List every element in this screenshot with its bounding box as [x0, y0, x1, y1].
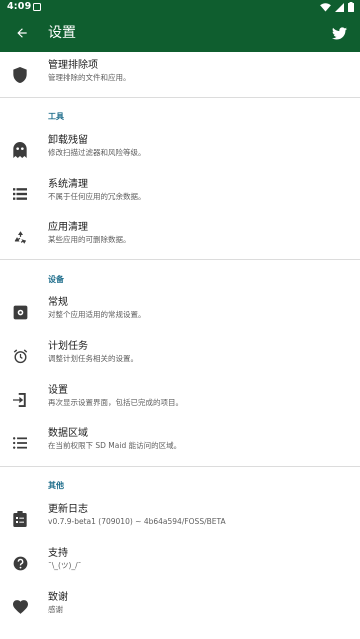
settings-item-subtitle: 不属于任何应用的冗余数据。 [48, 192, 146, 201]
shield-icon [12, 67, 28, 83]
settings-item-appcleaner[interactable]: 应用清理 某些应用的可删除数据。 [0, 217, 360, 257]
settings-item-setup[interactable]: 设置 再次显示设置界面，包括已完成的项目。 [0, 380, 360, 420]
settings-item-corpsefinder[interactable]: 卸载残留 修改扫描过滤器和风险等级。 [0, 130, 360, 170]
alarm-clock-icon [12, 348, 28, 364]
settings-item-subtitle: 调整计划任务相关的设置。 [48, 354, 138, 363]
section-header-tools: 工具 [48, 112, 64, 121]
settings-item-subtitle: 对整个应用适用的常规设置。 [48, 310, 146, 319]
battery-icon [348, 2, 354, 12]
login-icon [12, 392, 28, 408]
settings-item-subtitle: v0.7.9-beta1 (709010) ~ 4b64a594/FOSS/BE… [48, 517, 226, 526]
settings-item-title: 数据区域 [48, 428, 88, 439]
settings-item-subtitle: 再次显示设置界面，包括已完成的项目。 [48, 398, 183, 407]
settings-item-subtitle: 修改扫描过滤器和风险等级。 [48, 148, 146, 157]
settings-item-general[interactable]: 常规 对整个应用适用的常规设置。 [0, 292, 360, 332]
settings-item-subtitle: 某些应用的可删除数据。 [48, 235, 131, 244]
settings-item-scheduler[interactable]: 计划任务 调整计划任务相关的设置。 [0, 336, 360, 376]
settings-item-title: 更新日志 [48, 504, 88, 515]
settings-item-subtitle: 管理排除的文件和应用。 [48, 73, 131, 82]
settings-item-title: 应用清理 [48, 222, 88, 233]
signal-icon [335, 2, 344, 12]
status-time: 4:09 [7, 1, 32, 12]
settings-item-title: 支持 [48, 548, 68, 559]
back-button[interactable] [12, 23, 32, 43]
status-bar: 4:09 [0, 0, 360, 14]
settings-item-changelog[interactable]: 更新日志 v0.7.9-beta1 (709010) ~ 4b64a594/FO… [0, 499, 360, 539]
settings-item-title: 设置 [48, 385, 68, 396]
settings-item-subtitle: ¯\_(ツ)_/¯ [48, 561, 82, 570]
ghost-icon [12, 142, 28, 158]
settings-item-title: 系统清理 [48, 179, 88, 190]
settings-item-title: 计划任务 [48, 341, 88, 352]
settings-item-title: 卸载残留 [48, 135, 88, 146]
settings-item-exclusions[interactable]: 管理排除项 管理排除的文件和应用。 [0, 55, 360, 95]
settings-item-title: 常规 [48, 297, 68, 308]
divider [0, 259, 360, 260]
heart-icon [12, 599, 28, 615]
notification-icon [33, 3, 41, 11]
back-arrow-icon [17, 28, 27, 38]
settings-item-support[interactable]: 支持 ¯\_(ツ)_/¯ [0, 543, 360, 583]
bulleted-list-icon [12, 435, 28, 451]
settings-item-systemcleaner[interactable]: 系统清理 不属于任何应用的冗余数据。 [0, 174, 360, 214]
section-header-device: 设备 [48, 275, 64, 284]
section-header-other: 其他 [48, 481, 64, 490]
wifi-icon [320, 2, 331, 12]
page-title: 设置 [48, 25, 76, 41]
twitter-icon [331, 26, 347, 39]
settings-item-dataareas[interactable]: 数据区域 在当前权限下 SD Maid 能访问的区域。 [0, 423, 360, 463]
settings-item-subtitle: 在当前权限下 SD Maid 能访问的区域。 [48, 441, 182, 450]
settings-item-title: 管理排除项 [48, 60, 98, 71]
list-icon [12, 186, 28, 202]
settings-item-subtitle: 感谢 [48, 605, 63, 614]
app-bar: 设置 [0, 14, 360, 52]
recycle-icon [12, 229, 28, 245]
clipboard-icon [12, 511, 28, 527]
divider [0, 97, 360, 98]
divider [0, 466, 360, 467]
twitter-button[interactable] [330, 24, 348, 42]
settings-item-title: 致谢 [48, 592, 68, 603]
settings-box-icon [12, 304, 28, 320]
settings-item-thanks[interactable]: 致谢 感谢 [0, 587, 360, 627]
help-icon [12, 555, 28, 571]
